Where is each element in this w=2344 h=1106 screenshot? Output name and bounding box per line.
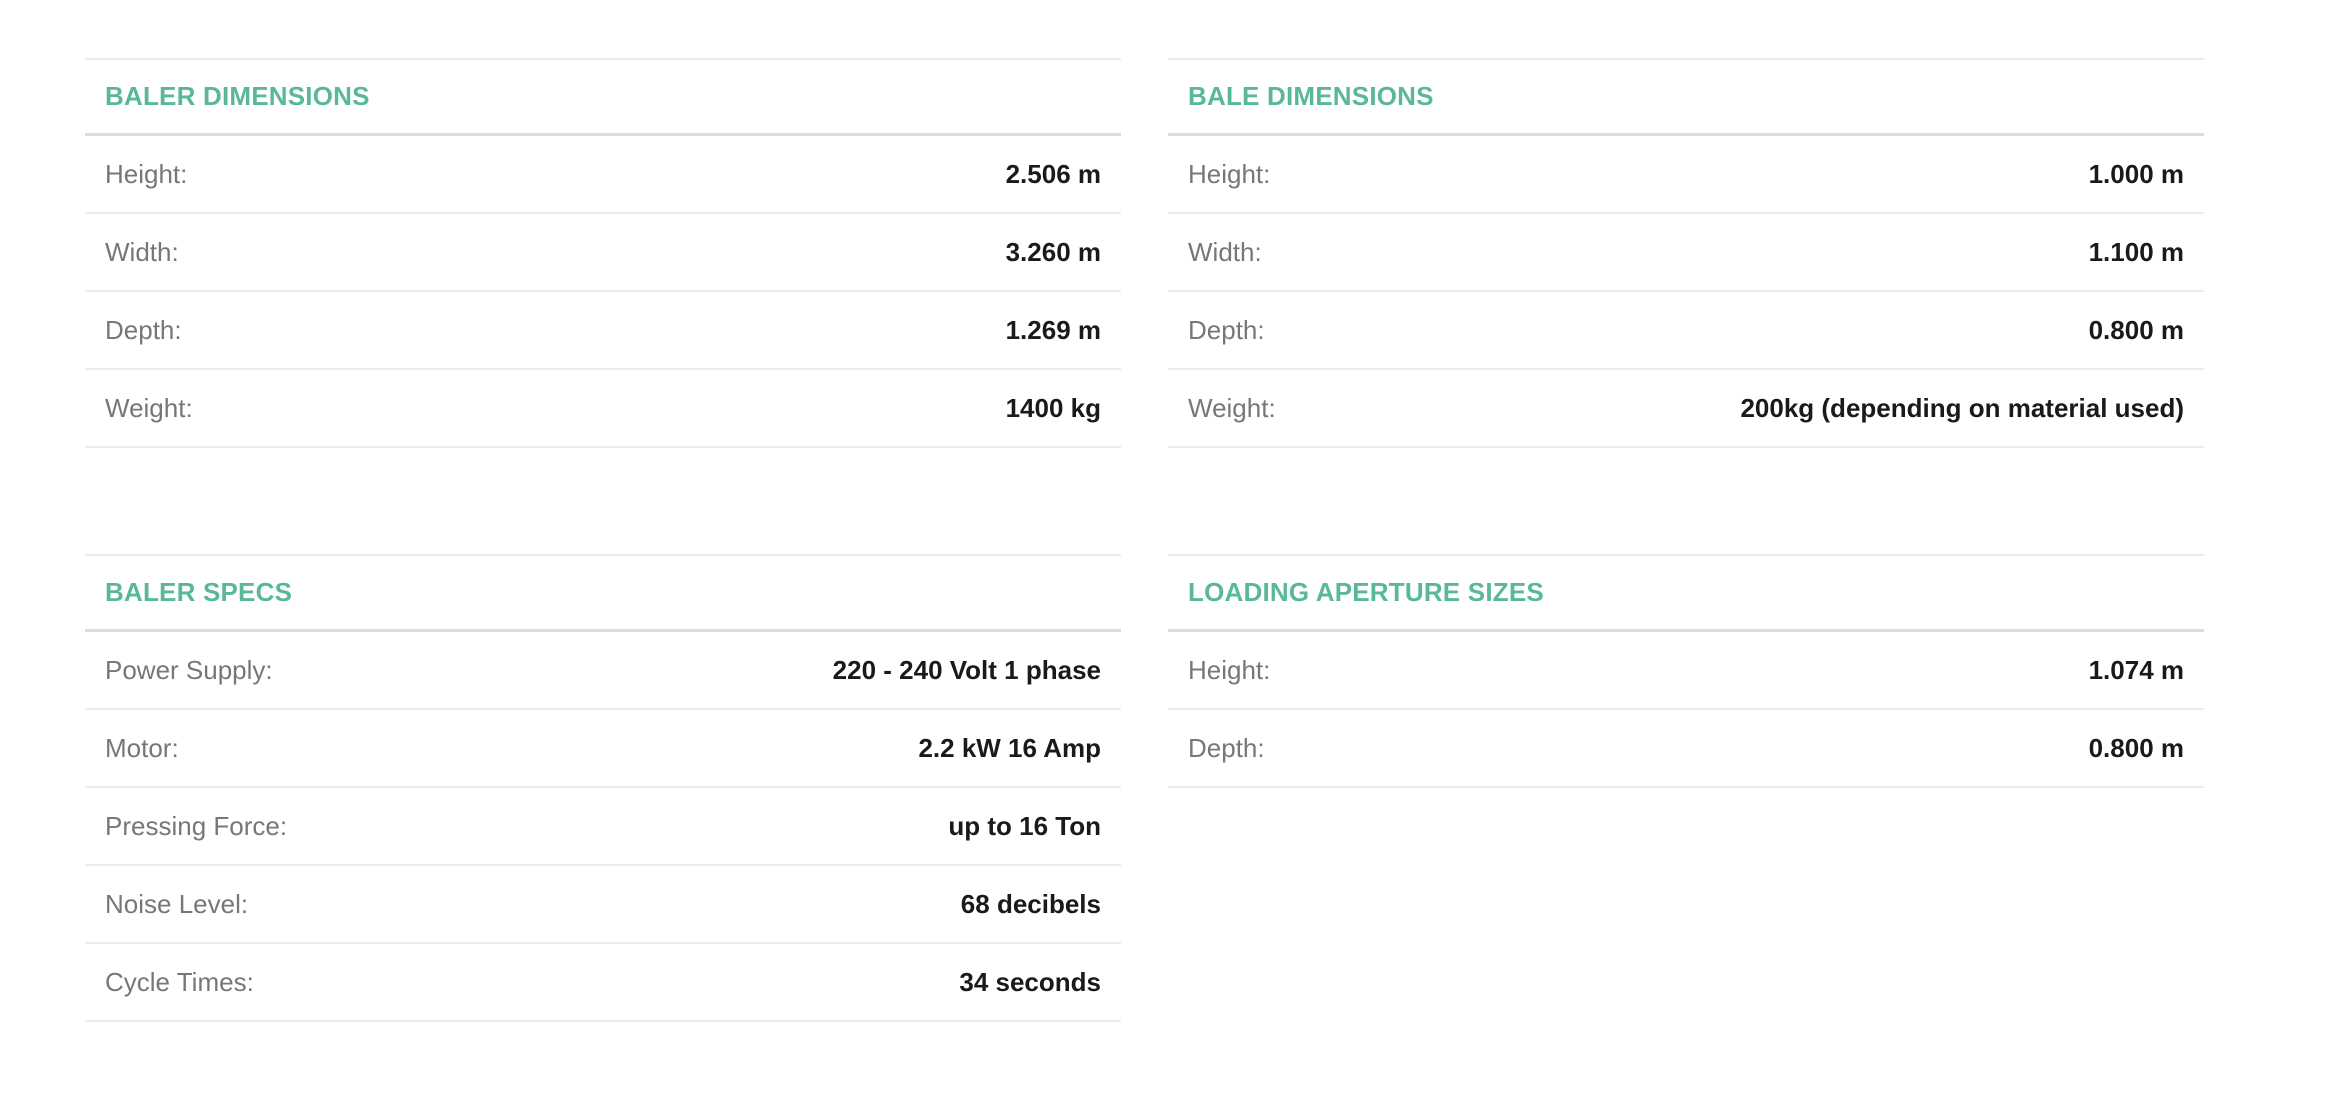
table-row: Depth: 0.800 m (1168, 292, 2204, 370)
row-label: Power Supply: (105, 654, 273, 685)
row-label: Width: (1188, 236, 1262, 267)
table-row: Depth: 0.800 m (1168, 710, 2204, 788)
table-title: LOADING APERTURE SIZES (1188, 577, 1544, 607)
row-value: 0.800 m (2088, 314, 2184, 345)
baler-dimensions-table: BALER DIMENSIONS Height: 2.506 m Width: … (85, 58, 1121, 448)
table-row: Noise Level: 68 decibels (85, 866, 1121, 944)
bale-dimensions-table: BALE DIMENSIONS Height: 1.000 m Width: 1… (1168, 58, 2204, 448)
table-row: Width: 3.260 m (85, 214, 1121, 292)
table-row: Motor: 2.2 kW 16 Amp (85, 710, 1121, 788)
row-value: 1.074 m (2088, 654, 2184, 685)
table-row: Depth: 1.269 m (85, 292, 1121, 370)
table-header: BALER SPECS (85, 554, 1121, 632)
row-value: 1400 kg (1005, 392, 1101, 423)
table-row: Height: 1.000 m (1168, 136, 2204, 214)
row-label: Pressing Force: (105, 810, 288, 841)
row-value: up to 16 Ton (948, 810, 1101, 841)
table-row: Weight: 200kg (depending on material use… (1168, 370, 2204, 448)
row-label: Noise Level: (105, 888, 249, 919)
row-value: 2.506 m (1005, 158, 1101, 189)
row-label: Height: (1188, 158, 1271, 189)
row-label: Cycle Times: (105, 966, 254, 997)
row-value: 1.269 m (1005, 314, 1101, 345)
table-row: Pressing Force: up to 16 Ton (85, 788, 1121, 866)
row-value: 68 decibels (960, 888, 1101, 919)
row-label: Weight: (105, 392, 193, 423)
table-title: BALE DIMENSIONS (1188, 81, 1434, 111)
table-header: BALE DIMENSIONS (1168, 58, 2204, 136)
row-label: Weight: (1188, 392, 1276, 423)
row-label: Depth: (1188, 732, 1265, 763)
row-value: 0.800 m (2088, 732, 2184, 763)
row-label: Depth: (1188, 314, 1265, 345)
row-label: Height: (105, 158, 188, 189)
table-row: Width: 1.100 m (1168, 214, 2204, 292)
table-row: Height: 2.506 m (85, 136, 1121, 214)
loading-aperture-sizes-table: LOADING APERTURE SIZES Height: 1.074 m D… (1168, 554, 2204, 788)
row-label: Width: (105, 236, 179, 267)
row-value: 220 - 240 Volt 1 phase (832, 654, 1101, 685)
table-title: BALER DIMENSIONS (105, 81, 370, 111)
row-value: 34 seconds (959, 966, 1101, 997)
baler-specs-table: BALER SPECS Power Supply: 220 - 240 Volt… (85, 554, 1121, 1022)
table-header: LOADING APERTURE SIZES (1168, 554, 2204, 632)
table-row: Cycle Times: 34 seconds (85, 944, 1121, 1022)
table-row: Height: 1.074 m (1168, 632, 2204, 710)
table-row: Power Supply: 220 - 240 Volt 1 phase (85, 632, 1121, 710)
table-title: BALER SPECS (105, 577, 293, 607)
row-label: Height: (1188, 654, 1271, 685)
row-value: 1.000 m (2088, 158, 2184, 189)
row-label: Depth: (105, 314, 182, 345)
row-value: 200kg (depending on material used) (1740, 392, 2184, 423)
table-row: Weight: 1400 kg (85, 370, 1121, 448)
row-value: 2.2 kW 16 Amp (918, 732, 1101, 763)
row-value: 3.260 m (1005, 236, 1101, 267)
table-header: BALER DIMENSIONS (85, 58, 1121, 136)
row-value: 1.100 m (2088, 236, 2184, 267)
spec-grid: BALER DIMENSIONS Height: 2.506 m Width: … (0, 0, 2344, 1106)
row-label: Motor: (105, 732, 179, 763)
